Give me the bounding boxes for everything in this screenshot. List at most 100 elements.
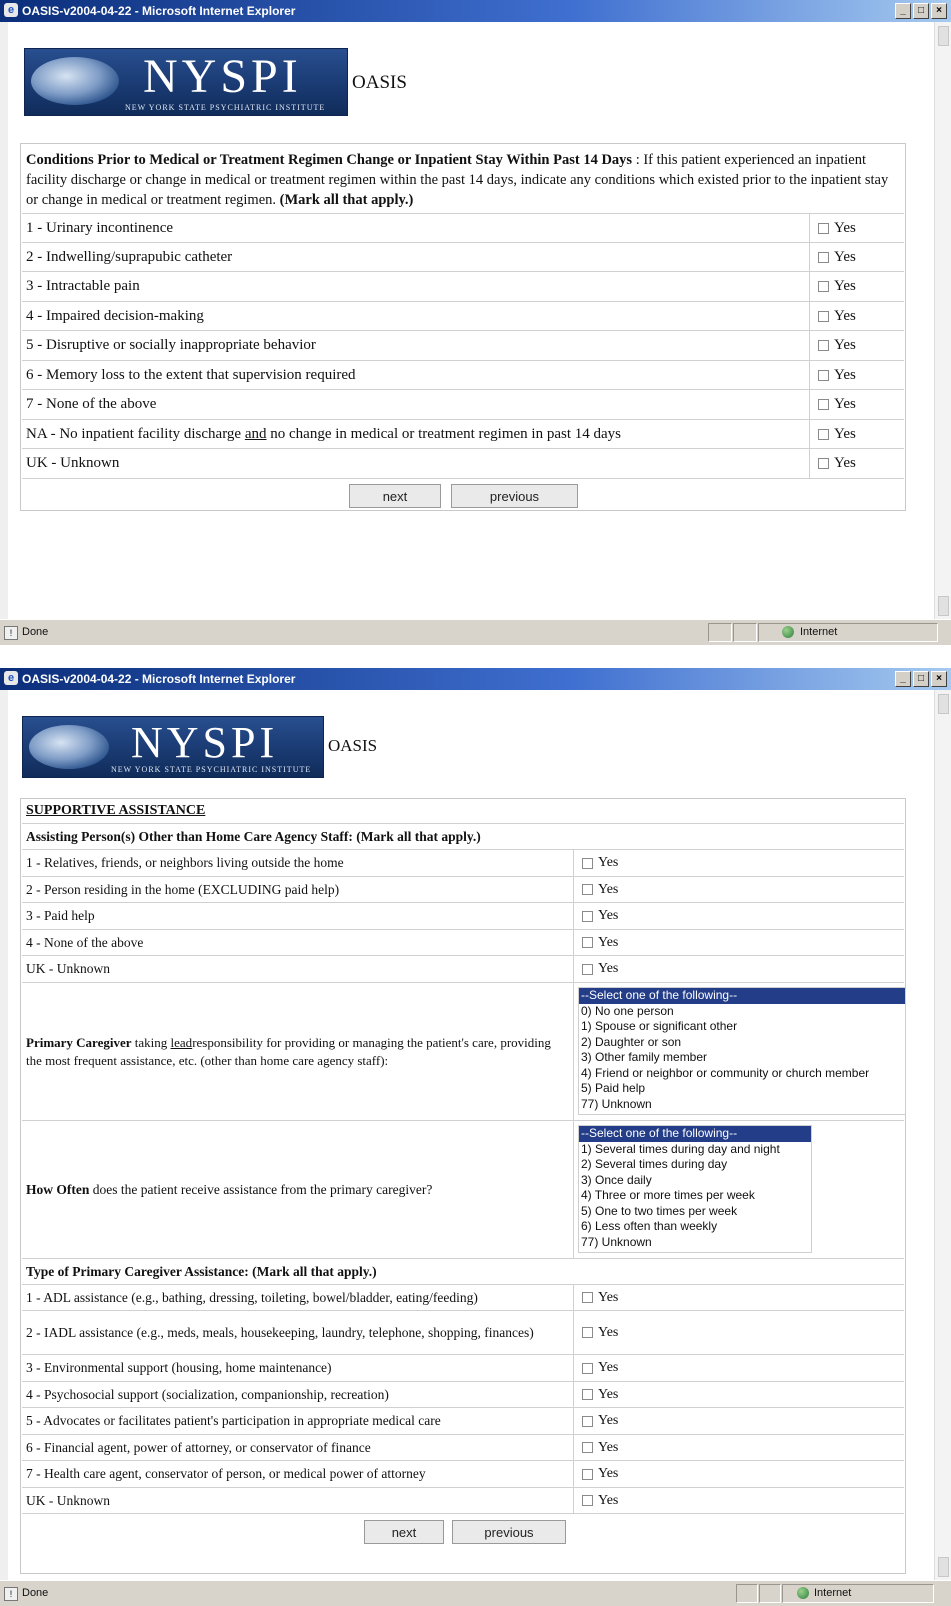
select-option[interactable]: 2) Daughter or son [579,1035,905,1051]
assisting-instruction: (Mark all that apply.) [356,828,481,844]
checkbox-box[interactable] [818,458,829,469]
checkbox-label: Yes [834,366,856,383]
checkbox-box[interactable] [818,399,829,410]
checkbox-box[interactable] [582,1442,593,1453]
yes-checkbox[interactable]: Yes [574,956,904,982]
item-label: UK - Unknown [22,449,810,478]
heading-bold: Conditions Prior to Medical or Treatment… [26,152,633,168]
checkbox-box[interactable] [818,222,829,234]
app-label: OASIS [352,72,407,93]
checkbox-box[interactable] [818,251,829,263]
yes-checkbox[interactable]: Yes [574,1408,904,1434]
status-text: Done [22,1587,49,1599]
checkbox-box[interactable] [582,1389,593,1400]
next-button[interactable]: next [364,1520,444,1544]
item-label: NA - No inpatient facility discharge and… [22,420,810,448]
select-option[interactable]: 4) Three or more times per week [579,1188,811,1204]
checkbox-box[interactable] [582,1495,593,1506]
checkbox-box[interactable] [582,1327,593,1338]
checkbox-box[interactable] [818,281,829,292]
yes-checkbox[interactable]: Yes [810,361,904,389]
yes-checkbox[interactable]: Yes [810,331,904,360]
yes-checkbox[interactable]: Yes [810,390,904,419]
scroll-down-arrow[interactable] [938,596,949,616]
previous-button[interactable]: previous [452,1520,566,1544]
checkbox-box[interactable] [818,369,829,381]
previous-button[interactable]: previous [451,484,578,508]
yes-checkbox[interactable]: Yes [574,850,904,876]
yes-checkbox[interactable]: Yes [810,449,904,478]
yes-checkbox[interactable]: Yes [574,1488,904,1513]
item-label: 5 - Advocates or facilitates patient's p… [22,1408,574,1434]
window-title: OASIS-v2004-04-22 - Microsoft Internet E… [22,4,296,18]
yes-checkbox[interactable]: Yes [574,1355,904,1381]
yes-checkbox[interactable]: Yes [574,903,904,929]
status-pane [733,623,757,642]
select-option[interactable]: --Select one of the following-- [579,988,905,1004]
yes-checkbox[interactable]: Yes [574,1461,904,1487]
nyspi-logo: NYSPI NEW YORK STATE PSYCHIATRIC INSTITU… [22,716,324,778]
checkbox-box[interactable] [582,1292,593,1303]
select-option[interactable]: 77) Unknown [579,1235,811,1251]
checkbox-label: Yes [598,881,619,897]
type-instruction: (Mark all that apply.) [252,1263,377,1279]
checkbox-box[interactable] [582,1362,593,1374]
close-button[interactable]: × [931,3,947,19]
scroll-up-arrow[interactable] [938,26,949,46]
checkbox-box[interactable] [582,937,593,948]
section-title-row: SUPPORTIVE ASSISTANCE [22,799,904,823]
checkbox-box[interactable] [582,910,593,922]
next-button[interactable]: next [349,484,441,508]
yes-checkbox[interactable]: Yes [574,1382,904,1407]
select-option[interactable]: 1) Spouse or significant other [579,1019,905,1035]
vertical-scrollbar[interactable] [934,22,951,620]
item-label: 4 - Psychosocial support (socialization,… [22,1382,574,1407]
select-option[interactable]: 5) One to two times per week [579,1204,811,1220]
checkbox-box[interactable] [582,884,593,895]
select-option[interactable]: 4) Friend or neighbor or community or ch… [579,1066,905,1082]
checkbox-box[interactable] [582,1415,593,1427]
yes-checkbox[interactable]: Yes [574,930,904,955]
yes-checkbox[interactable]: Yes [810,302,904,330]
how-often-select[interactable]: --Select one of the following-- 1) Sever… [578,1125,812,1253]
yes-checkbox[interactable]: Yes [574,1435,904,1460]
yes-checkbox[interactable]: Yes [574,1311,904,1354]
close-button[interactable]: × [931,671,947,687]
select-option[interactable]: 0) No one person [579,1004,905,1020]
yes-checkbox[interactable]: Yes [810,420,904,448]
primary-caregiver-select[interactable]: --Select one of the following-- 0) No on… [578,987,906,1115]
scroll-down-arrow[interactable] [938,1557,949,1577]
maximize-button[interactable]: □ [913,671,929,687]
minimize-button[interactable]: _ [895,3,911,19]
minimize-button[interactable]: _ [895,671,911,687]
select-option[interactable]: 3) Other family member [579,1050,905,1066]
checkbox-box[interactable] [818,428,829,440]
checkbox-box[interactable] [818,310,829,322]
scroll-up-arrow[interactable] [938,694,949,714]
select-option[interactable]: --Select one of the following-- [579,1126,811,1142]
item-label: 4 - Impaired decision-making [22,302,810,330]
status-bar: ! Done Internet [0,619,951,645]
primary-caregiver-row: Primary Caregiver taking leadresponsibil… [22,982,906,1120]
select-option[interactable]: 5) Paid help [579,1081,905,1097]
yes-checkbox[interactable]: Yes [574,877,904,902]
yes-checkbox[interactable]: Yes [810,214,904,242]
primary-caregiver-lead: lead [170,1034,193,1050]
select-option[interactable]: 1) Several times during day and night [579,1142,811,1158]
maximize-button[interactable]: □ [913,3,929,19]
select-option[interactable]: 2) Several times during day [579,1157,811,1173]
yes-checkbox[interactable]: Yes [574,1285,904,1310]
yes-checkbox[interactable]: Yes [810,272,904,301]
yes-checkbox[interactable]: Yes [810,243,904,271]
select-option[interactable]: 3) Once daily [579,1173,811,1189]
checkbox-box[interactable] [582,1468,593,1480]
item-label: 4 - None of the above [22,930,574,955]
checkbox-label: Yes [834,425,856,442]
list-item: 7 - None of the above Yes [22,389,904,419]
checkbox-box[interactable] [582,857,593,869]
checkbox-box[interactable] [818,340,829,351]
select-option[interactable]: 77) Unknown [579,1097,905,1113]
select-option[interactable]: 6) Less often than weekly [579,1219,811,1235]
vertical-scrollbar[interactable] [934,690,951,1581]
checkbox-box[interactable] [582,963,593,975]
